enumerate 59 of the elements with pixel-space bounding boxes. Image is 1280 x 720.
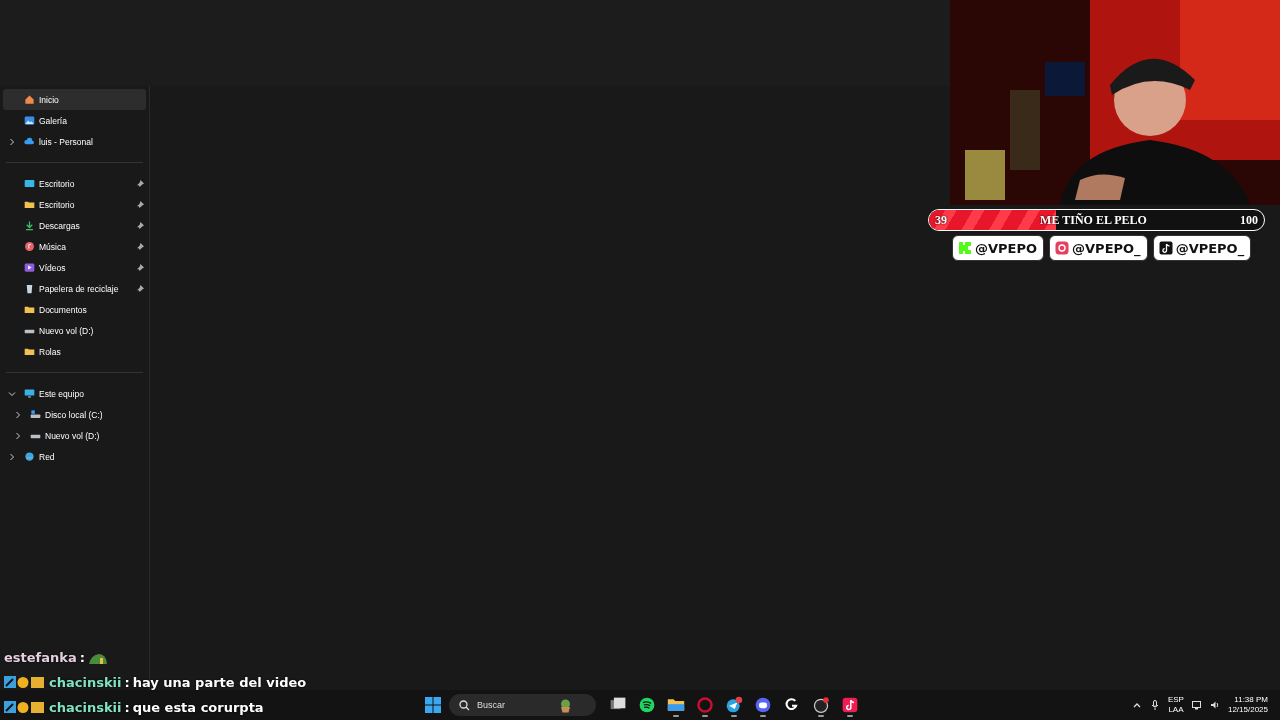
- folder-icon: [24, 346, 35, 357]
- sidebar-item[interactable]: Rolas: [3, 341, 146, 362]
- tiktok-logo-icon: [1158, 241, 1173, 255]
- expand-chevron-icon[interactable]: [8, 137, 16, 146]
- music-icon: [24, 241, 35, 252]
- expand-chevron-icon[interactable]: [8, 452, 16, 461]
- expand-chevron-icon[interactable]: [14, 410, 22, 419]
- input-language[interactable]: ESP LAA: [1167, 695, 1184, 715]
- sysdrive-icon: [30, 409, 41, 420]
- social-handle: @VPEPO_: [1152, 235, 1252, 261]
- collapse-chevron-icon[interactable]: [8, 389, 16, 398]
- start-icon[interactable]: [425, 697, 441, 713]
- chat-message: hay una parte del video: [132, 675, 307, 690]
- expand-chevron-icon[interactable]: [14, 431, 22, 440]
- social-handle: @VPEPO: [952, 235, 1045, 261]
- sidebar-item[interactable]: Nuevo vol (D:): [3, 425, 146, 446]
- sidebar-item[interactable]: Nuevo vol (D:): [3, 320, 146, 341]
- instagram-logo-icon: [1055, 241, 1070, 255]
- chat-username: chacinskii: [49, 700, 122, 715]
- chat-username: estefanka: [4, 650, 77, 665]
- folder-icon: [24, 199, 35, 210]
- chat-separator: :: [124, 700, 130, 715]
- chat-separator: :: [79, 650, 85, 665]
- download-icon: [24, 220, 35, 231]
- volume-icon[interactable]: [1209, 700, 1220, 710]
- clock[interactable]: 11:38 PM 12/15/2025: [1227, 695, 1268, 715]
- search-field[interactable]: Buscar: [477, 700, 552, 710]
- chat-separator: :: [124, 675, 130, 690]
- desktop-icon: [24, 178, 35, 189]
- sidebar-item[interactable]: Escritorio: [3, 194, 146, 215]
- video-icon: [24, 262, 35, 273]
- microphone-icon[interactable]: [1149, 700, 1160, 710]
- pc-icon: [24, 388, 35, 399]
- kick-logo-icon: [958, 241, 972, 255]
- sidebar-item[interactable]: Galería: [3, 110, 146, 131]
- goal-start: 39: [935, 212, 947, 228]
- sidebar-item[interactable]: Papelera de reciclaje: [3, 278, 146, 299]
- gallery-icon: [24, 115, 35, 126]
- sidebar-item[interactable]: luis - Personal: [3, 131, 146, 152]
- chat-message: que esta corurpta: [132, 700, 264, 715]
- network-icon[interactable]: [1191, 700, 1202, 710]
- sidebar-item[interactable]: Este equipo: [3, 383, 146, 404]
- search-icon: [459, 699, 470, 711]
- sidebar-item[interactable]: Red: [3, 446, 146, 467]
- bin-icon: [24, 283, 35, 294]
- sidebar-item[interactable]: Música: [3, 236, 146, 257]
- sidebar-item[interactable]: Disco local (C:): [3, 404, 146, 425]
- sidebar-item[interactable]: Inicio: [3, 89, 146, 110]
- home-icon: [24, 94, 35, 105]
- folder-icon: [24, 304, 35, 315]
- sidebar-item[interactable]: Vídeos: [3, 257, 146, 278]
- sidebar-item[interactable]: Escritorio: [3, 173, 146, 194]
- chat-username: chacinskii: [49, 675, 122, 690]
- goal-end: 100: [1240, 212, 1258, 228]
- cloud-icon: [24, 136, 35, 147]
- network-icon: [24, 451, 35, 462]
- sidebar-item[interactable]: Descargas: [3, 215, 146, 236]
- social-handle: @VPEPO_: [1049, 235, 1148, 261]
- sidebar-item[interactable]: Documentos: [3, 299, 146, 320]
